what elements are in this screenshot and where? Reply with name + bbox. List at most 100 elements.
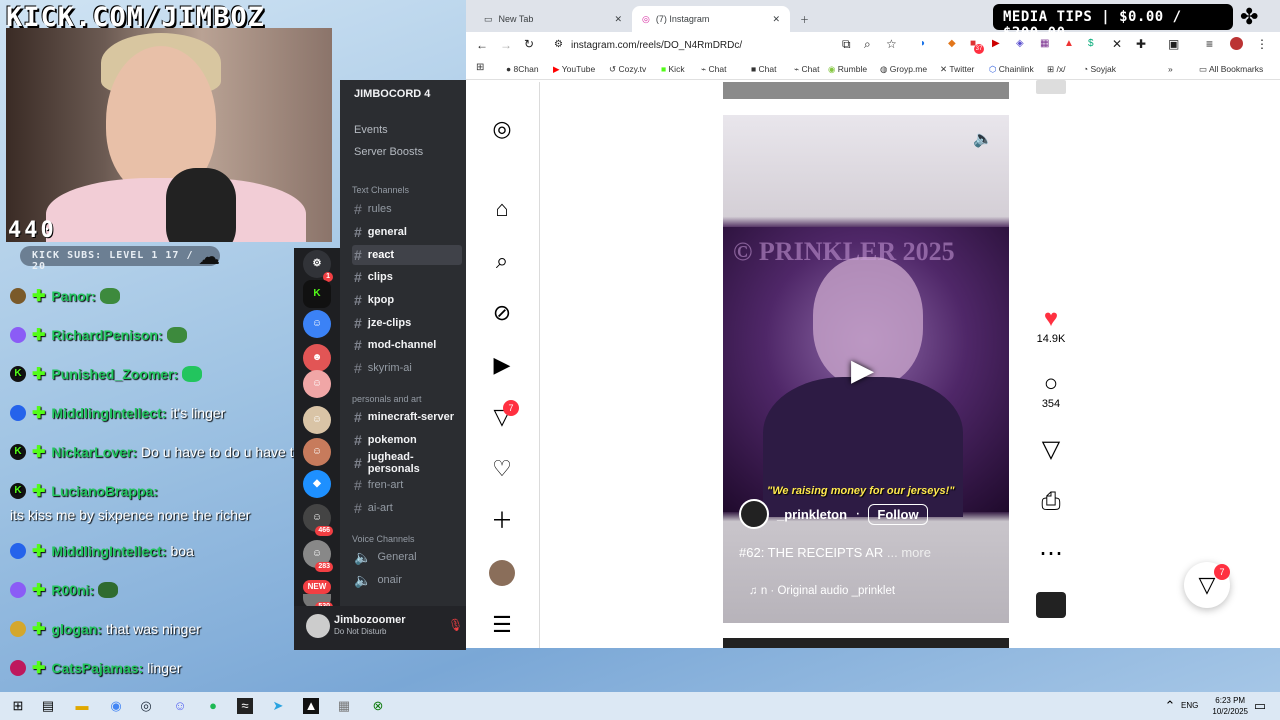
file-explorer-icon[interactable]: ▬	[74, 698, 90, 714]
voice-channel-onair[interactable]: 🔈 onair	[352, 570, 462, 590]
server-icon[interactable]: ☺ 466	[303, 504, 333, 536]
server-icon[interactable]: ☺	[303, 310, 331, 338]
author-name[interactable]: _prinkleton	[777, 507, 847, 522]
audio-thumbnail[interactable]	[1036, 592, 1066, 618]
comment-button[interactable]: ○ 354	[1036, 370, 1066, 410]
follow-button[interactable]: Follow	[868, 503, 928, 525]
steam-icon[interactable]: ◎	[138, 698, 154, 714]
server-icon[interactable]: ☻	[303, 344, 331, 372]
category-voice-channels[interactable]: Voice Channels	[352, 534, 415, 544]
close-icon[interactable]: ✕	[614, 14, 622, 25]
notification-icon[interactable]: ▭	[1252, 698, 1268, 714]
save-button[interactable]: ⎙	[1036, 488, 1066, 516]
server-icon[interactable]: ☺	[303, 370, 331, 398]
zoom-icon[interactable]: ⌕	[864, 37, 871, 52]
category-text-channels[interactable]: Text Channels	[352, 185, 409, 195]
search-icon[interactable]: ⌕	[489, 248, 515, 274]
tab-new-tab[interactable]: ▭ New Tab ✕	[474, 6, 632, 32]
server-name[interactable]: JIMBOCORD 4	[354, 88, 430, 100]
bookmark-star-icon[interactable]: ☆	[886, 37, 897, 51]
previous-reel[interactable]	[723, 82, 1009, 99]
prev-audio-thumbnail[interactable]	[1036, 80, 1066, 94]
task-view-icon[interactable]: ▤	[40, 698, 56, 714]
all-bookmarks[interactable]: ▭ All Bookmarks	[1199, 64, 1263, 75]
bookmark-cozy[interactable]: ↺ Cozy.tv	[609, 64, 646, 75]
extension-icon[interactable]: $	[1088, 38, 1094, 49]
bookmark-soyjak[interactable]: ◔ Soyjak	[1083, 64, 1116, 74]
channel-clips[interactable]: # clips	[352, 267, 462, 287]
clock[interactable]: 6:23 PM 10/2/2025	[1212, 695, 1248, 717]
discord-icon[interactable]: ☺	[172, 698, 188, 714]
reel-card[interactable]: 🔈 © PRINKLER 2025 ▶ "We raising money fo…	[723, 115, 1009, 623]
server-icon[interactable]: ◆	[303, 470, 331, 498]
chevron-up-icon[interactable]: ⌃	[1162, 698, 1178, 714]
app-icon[interactable]: ≈	[237, 698, 253, 714]
channel-jze-clips[interactable]: # jze-clips	[352, 313, 462, 333]
bookmark-kick[interactable]: ■ Kick	[661, 64, 685, 74]
play-icon[interactable]: ▶	[851, 353, 874, 388]
bookmark-chainlink[interactable]: ⬡ Chainlink	[989, 64, 1034, 75]
server-boosts-item[interactable]: Server Boosts	[354, 146, 423, 158]
bookmark-8chan[interactable]: ● 8Chan	[506, 64, 539, 74]
menu-lines-icon[interactable]: ☰	[489, 612, 515, 638]
app-icon[interactable]: ▲	[303, 698, 319, 714]
reel-video[interactable]: © PRINKLER 2025 ▶ "We raising money for …	[723, 227, 1009, 517]
channel-jughead-personals[interactable]: # jughead-personals	[352, 451, 462, 475]
like-button[interactable]: ♥ 14.9K	[1036, 305, 1066, 345]
app-icon[interactable]: ▦	[336, 698, 352, 714]
notifications-heart-icon[interactable]: ♡	[489, 456, 515, 482]
channel-ai-art[interactable]: # ai-art	[352, 498, 462, 518]
bookmark-x[interactable]: ⊞ /x/	[1047, 64, 1065, 75]
channel-minecraft-server[interactable]: # minecraft-server	[352, 407, 462, 427]
address-bar[interactable]: instagram.com/reels/DO_N4RmDRDc/	[571, 40, 742, 51]
extension-icon[interactable]: ◗	[920, 38, 926, 49]
next-reel[interactable]	[723, 638, 1009, 648]
telegram-icon[interactable]: ➤	[270, 698, 286, 714]
bookmark-chat[interactable]: ■ Chat	[751, 64, 776, 74]
category-personals-art[interactable]: personals and art	[352, 394, 422, 404]
share-button[interactable]: ▽	[1036, 436, 1066, 464]
tab-instagram[interactable]: ◎ (7) Instagram ✕	[632, 6, 790, 32]
extension-icon[interactable]: ■ 37	[970, 38, 984, 54]
channel-fren-art[interactable]: # fren-art	[352, 475, 462, 495]
channel-react[interactable]: # react	[352, 245, 462, 265]
extension-icon[interactable]: ▶	[992, 38, 1000, 49]
x-icon[interactable]: ✕	[1112, 37, 1122, 51]
reels-icon[interactable]: ▶	[489, 352, 515, 378]
profile-avatar[interactable]	[1230, 37, 1243, 50]
messages-icon[interactable]: ▽ 7	[489, 400, 519, 430]
bookmark-twitter[interactable]: ✕ Twitter	[940, 64, 974, 75]
channel-kpop[interactable]: # kpop	[352, 290, 462, 310]
more-link[interactable]: ... more	[887, 545, 931, 560]
more-options-button[interactable]: ⋯	[1036, 540, 1066, 568]
side-panel-icon[interactable]: ▣	[1168, 37, 1179, 51]
author-avatar[interactable]	[739, 499, 769, 529]
mic-muted-icon[interactable]: 🎙	[448, 618, 463, 632]
install-icon[interactable]: ⧉	[842, 37, 851, 52]
audio-track[interactable]: ♫ n · Original audio _prinklet	[749, 585, 895, 597]
spotify-icon[interactable]: ●	[205, 698, 221, 714]
profile-avatar[interactable]	[489, 560, 515, 586]
metamask-icon[interactable]: ◆	[948, 38, 956, 49]
menu-lines-icon[interactable]: ≡	[1206, 37, 1213, 51]
server-icon[interactable]: ⚙ 1	[303, 250, 333, 282]
chevron-right-icon[interactable]: »	[1168, 64, 1173, 74]
server-icon[interactable]: ☺	[303, 438, 331, 466]
reload-icon[interactable]: ↻	[524, 37, 534, 51]
channel-pokemon[interactable]: # pokemon	[352, 430, 462, 450]
start-icon[interactable]: ⊞	[10, 698, 26, 714]
channel-skyrim-ai[interactable]: # skyrim-ai	[352, 358, 462, 378]
bookmark-groyp[interactable]: ◍ Groyp.me	[880, 64, 927, 75]
volume-icon[interactable]: 🔈	[973, 129, 993, 149]
chrome-icon[interactable]: ◉	[108, 698, 124, 714]
instagram-logo-icon[interactable]: ◎	[489, 116, 515, 142]
apps-grid-icon[interactable]: ⊞	[476, 62, 484, 73]
channel-mod-channel[interactable]: # mod-channel	[352, 335, 462, 355]
explore-icon[interactable]: ⊘	[489, 300, 515, 326]
server-icon[interactable]: ☺ 283	[303, 540, 333, 572]
avatar[interactable]	[306, 614, 330, 638]
server-icon[interactable]: ☺	[303, 406, 331, 434]
voice-channel-general[interactable]: 🔈 General	[352, 547, 462, 567]
kebab-menu-icon[interactable]: ⋮	[1256, 37, 1268, 51]
kick-server-icon[interactable]: K	[303, 280, 331, 308]
